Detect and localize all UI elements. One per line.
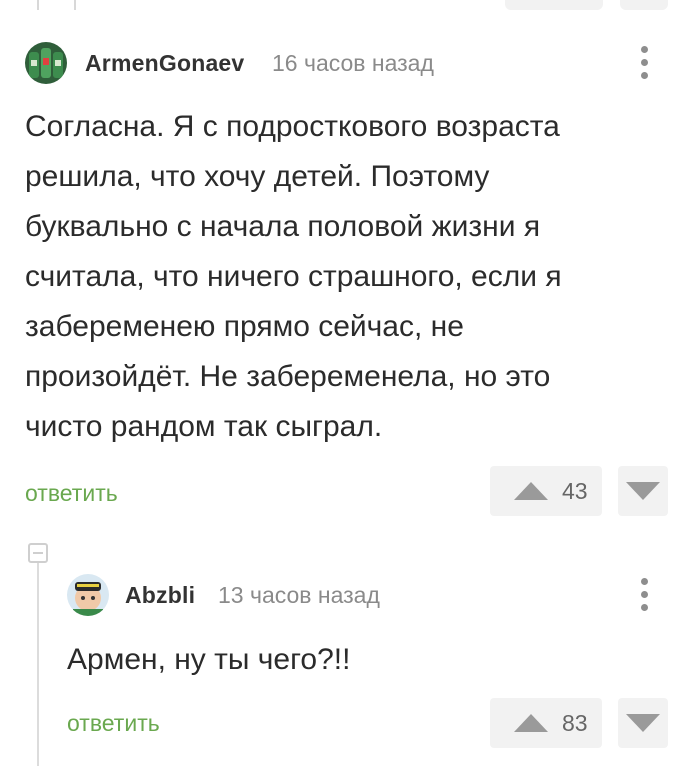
text-line: Согласна. Я с подросткового возраста	[25, 110, 560, 143]
vote-up-box: 43	[490, 466, 602, 516]
arrow-up-icon	[514, 482, 548, 500]
vote-up-box: 83	[490, 698, 602, 748]
rating: 43	[562, 477, 588, 504]
arrow-down-icon	[626, 714, 660, 732]
text-line: Армен, ну ты чего?!!	[67, 643, 351, 676]
rating: 83	[562, 709, 588, 736]
comment-text: Армен, ну ты чего?!!	[67, 635, 667, 685]
comment-text: Согласна. Я с подросткового возраста реш…	[25, 102, 685, 452]
avatar[interactable]	[25, 42, 67, 84]
avatar[interactable]	[67, 574, 109, 616]
vote-down-button[interactable]	[618, 698, 668, 748]
thread-line-top-inner	[74, 0, 76, 10]
comment: ArmenGonaev 16 часов назад Согласна. Я с…	[0, 30, 700, 530]
avatar-armen	[25, 42, 67, 84]
text-line: считала, что ничего страшного, если я	[25, 260, 562, 293]
vote-up-button[interactable]	[490, 466, 562, 516]
more-vertical-icon[interactable]	[634, 578, 654, 611]
text-line: забеременею прямо сейчас, не	[25, 310, 464, 343]
timestamp[interactable]: 13 часов назад	[218, 582, 380, 609]
username[interactable]: Abzbli	[125, 582, 195, 609]
reply-link[interactable]: ответить	[25, 480, 118, 507]
vote-box-top-fragment	[505, 0, 603, 10]
avatar-abzbli	[67, 574, 109, 616]
text-line: решила, что хочу детей. Поэтому	[25, 160, 490, 193]
vote-up-button[interactable]	[490, 698, 562, 748]
vote-down-top-fragment	[620, 0, 668, 10]
arrow-down-icon	[626, 482, 660, 500]
text-line: произойдёт. Не забеременела, но это	[25, 360, 551, 393]
timestamp[interactable]: 16 часов назад	[272, 50, 434, 77]
collapse-minus-icon	[33, 552, 43, 554]
username[interactable]: ArmenGonaev	[85, 50, 244, 77]
more-vertical-icon[interactable]	[634, 46, 654, 79]
thread-line-top	[37, 0, 39, 10]
text-line: чисто рандом так сыграл.	[25, 410, 383, 443]
comment-reply: Abzbli 13 часов назад Армен, ну ты чего?…	[0, 560, 700, 766]
vote-down-button[interactable]	[618, 466, 668, 516]
arrow-up-icon	[514, 714, 548, 732]
reply-link[interactable]: ответить	[67, 710, 160, 737]
text-line: буквально с начала половой жизни я	[25, 210, 541, 243]
